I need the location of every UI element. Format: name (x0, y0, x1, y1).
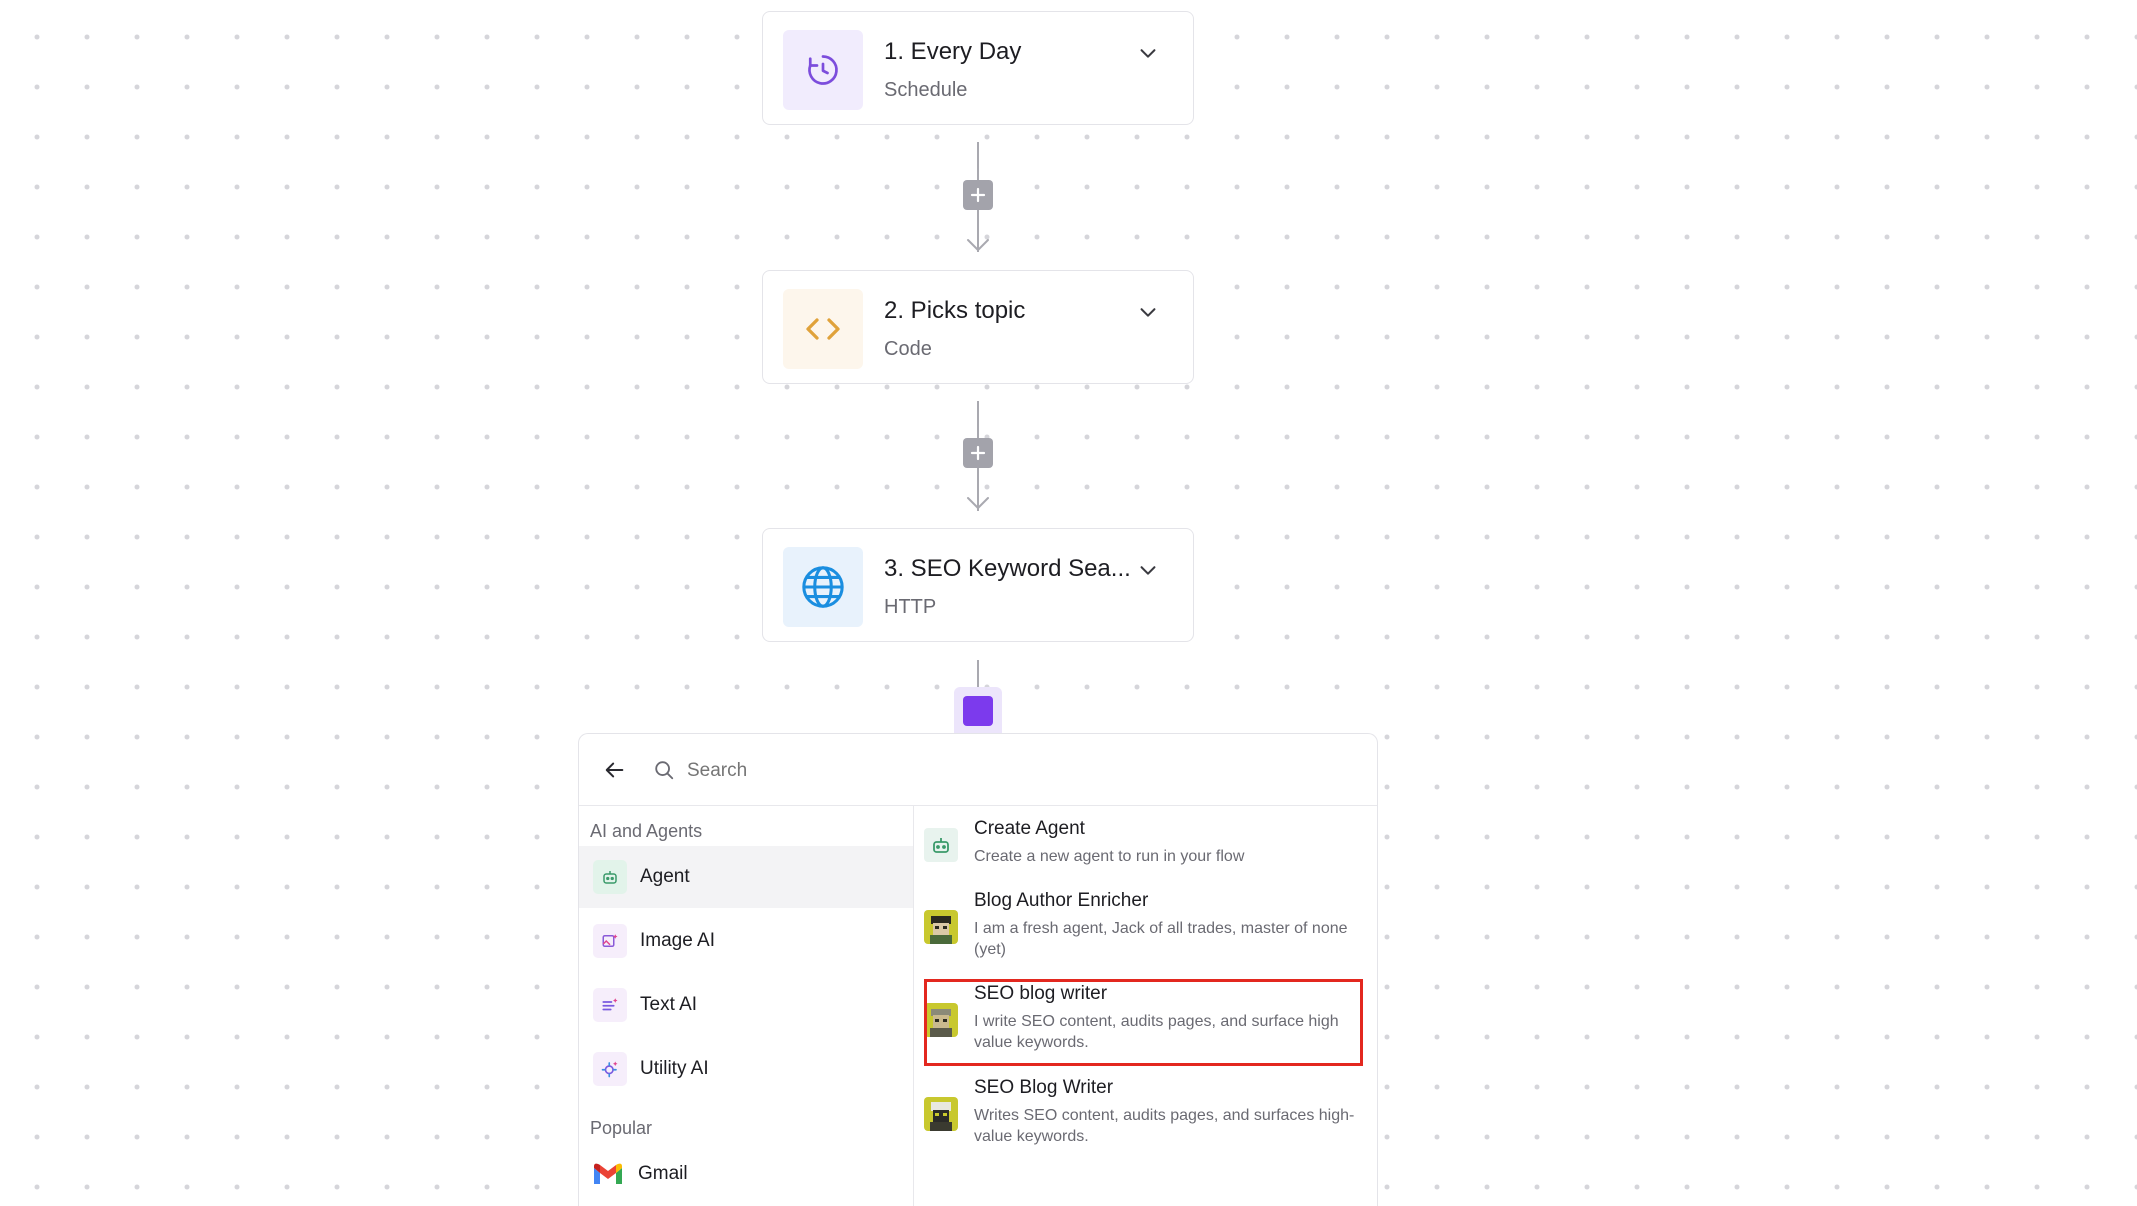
chevron-down-icon[interactable] (1137, 301, 1159, 323)
agent-name: SEO Blog Writer (974, 1077, 1114, 1098)
connector-line (977, 660, 979, 690)
add-step-button[interactable] (963, 180, 993, 210)
utility-ai-icon (593, 1052, 627, 1086)
plus-icon (970, 445, 986, 461)
agent-name: Blog Author Enricher (974, 890, 1149, 911)
category-item-text-ai[interactable]: Text AI (579, 974, 913, 1036)
search-icon (655, 761, 674, 780)
gmail-icon (591, 1157, 625, 1191)
agent-avatar-icon (924, 1097, 958, 1131)
category-label: Image AI (640, 930, 715, 951)
category-list: AI and Agents Agent Image AI Text AI Uti… (579, 806, 914, 1206)
step-subtitle: HTTP (884, 596, 937, 618)
code-icon (783, 289, 863, 369)
active-insert-point[interactable] (963, 696, 993, 726)
section-label: Popular (590, 1118, 653, 1138)
category-item-utility-ai[interactable]: Utility AI (579, 1038, 913, 1100)
category-item-agent[interactable]: Agent (579, 846, 913, 908)
plus-icon (970, 187, 986, 203)
step-title: 3. SEO Keyword Sea... (884, 555, 1131, 582)
agent-description: Writes SEO content, audits pages, and su… (974, 1107, 1355, 1145)
category-item-image-ai[interactable]: Image AI (579, 910, 913, 972)
agent-item-create-agent[interactable]: Create Agent Create a new agent to run i… (914, 818, 1377, 878)
image-ai-icon (593, 924, 627, 958)
category-item-gmail[interactable]: Gmail (579, 1143, 913, 1205)
category-label: Utility AI (640, 1058, 709, 1079)
text-ai-icon (593, 988, 627, 1022)
picker-header (579, 734, 1377, 806)
add-step-button[interactable] (963, 438, 993, 468)
arrow-down-icon (967, 497, 989, 509)
step-subtitle: Schedule (884, 79, 968, 101)
agent-name: Create Agent (974, 818, 1085, 839)
step-title: 2. Picks topic (884, 297, 1026, 324)
step-title: 1. Every Day (884, 38, 1022, 65)
agent-description: I am a fresh agent, Jack of all trades, … (974, 920, 1348, 958)
robot-icon (593, 860, 627, 894)
clock-icon (783, 30, 863, 110)
category-label: Agent (640, 866, 690, 887)
agent-description: Create a new agent to run in your flow (974, 848, 1245, 865)
globe-icon (783, 547, 863, 627)
search-input[interactable] (685, 754, 1349, 788)
back-arrow-icon[interactable] (604, 759, 626, 781)
step-picker-panel: AI and Agents Agent Image AI Text AI Uti… (578, 733, 1378, 1206)
category-label: Gmail (638, 1163, 688, 1184)
agent-item-seo-blog-writer-2[interactable]: SEO Blog Writer Writes SEO content, audi… (914, 1077, 1377, 1153)
section-label: AI and Agents (590, 821, 703, 841)
step-card-every-day[interactable]: 1. Every Day Schedule (762, 11, 1194, 125)
category-label: Text AI (640, 994, 698, 1015)
step-card-picks-topic[interactable]: 2. Picks topic Code (762, 270, 1194, 384)
agent-avatar-icon (924, 910, 958, 944)
agent-item-blog-author-enricher[interactable]: Blog Author Enricher I am a fresh agent,… (914, 890, 1377, 966)
highlight-box (924, 979, 1363, 1066)
arrow-down-icon (967, 239, 989, 251)
step-subtitle: Code (884, 338, 932, 360)
step-card-seo-keyword-search[interactable]: 3. SEO Keyword Sea... HTTP (762, 528, 1194, 642)
chevron-down-icon[interactable] (1137, 42, 1159, 64)
robot-icon (924, 828, 958, 862)
chevron-down-icon[interactable] (1137, 559, 1159, 581)
